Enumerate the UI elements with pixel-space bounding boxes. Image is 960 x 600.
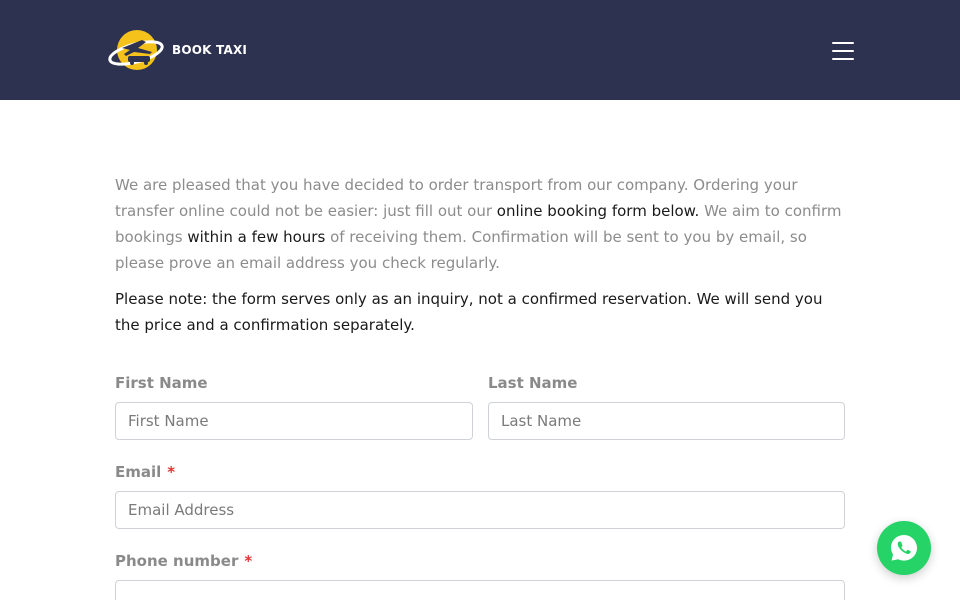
brand-logo[interactable]: BOOK TAXI	[108, 26, 248, 74]
intro-highlight-booking-form: online booking form below.	[496, 202, 700, 220]
first-name-input[interactable]	[115, 402, 473, 440]
phone-required-mark: *	[244, 552, 253, 570]
intro-paragraph: We are pleased that you have decided to …	[115, 172, 850, 276]
booking-intro: We are pleased that you have decided to …	[115, 172, 850, 338]
site-header: BOOK TAXI	[0, 0, 960, 100]
email-required-mark: *	[167, 463, 176, 481]
hamburger-menu-icon[interactable]	[830, 40, 856, 62]
email-label: Email	[115, 463, 162, 481]
intro-highlight-few-hours: within a few hours	[187, 228, 326, 246]
phone-label: Phone number	[115, 552, 239, 570]
phone-label-group: Phone number *	[115, 552, 252, 570]
email-input[interactable]	[115, 491, 845, 529]
phone-input[interactable]	[115, 580, 845, 600]
brand-name: BOOK TAXI	[172, 43, 248, 57]
whatsapp-icon	[891, 535, 917, 561]
last-name-label: Last Name	[488, 374, 578, 392]
first-name-label: First Name	[115, 374, 208, 392]
taxi-logo-icon	[108, 26, 166, 74]
whatsapp-chat-button[interactable]	[877, 521, 931, 575]
email-label-group: Email *	[115, 463, 175, 481]
inquiry-note: Please note: the form serves only as an …	[115, 290, 823, 334]
last-name-input[interactable]	[488, 402, 845, 440]
